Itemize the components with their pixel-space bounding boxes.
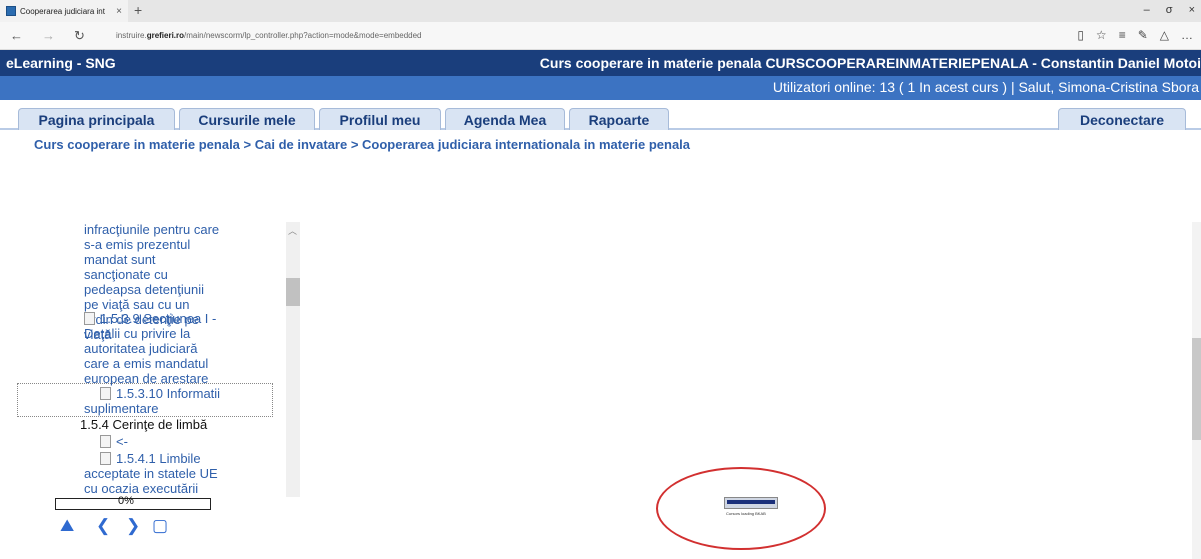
back-icon[interactable]: ←	[10, 28, 23, 43]
tab-rapoarte[interactable]: Rapoarte	[569, 108, 669, 130]
fullscreen-icon[interactable]: ▢	[152, 516, 168, 536]
document-icon	[84, 312, 95, 325]
notes-icon[interactable]: ✎	[1138, 28, 1148, 42]
next-icon[interactable]: ❯	[126, 516, 140, 536]
refresh-icon[interactable]: ↻	[74, 28, 85, 44]
favicon-icon	[6, 6, 16, 16]
new-tab-button[interactable]: +	[134, 2, 142, 18]
toc-scroll-thumb[interactable]	[286, 278, 300, 306]
toc-section-1-5-4[interactable]: 1.5.4 Cerinţe de limbă	[80, 417, 207, 432]
toc-item-back[interactable]: <-	[100, 434, 128, 449]
content-loader-label: Cursors loading BKAB	[726, 511, 766, 516]
document-icon	[100, 435, 111, 448]
user-bar: Utilizatori online: 13 ( 1 In acest curs…	[0, 76, 1201, 100]
course-title: Curs cooperare in materie penala CURSCOO…	[539, 55, 1201, 71]
tab-profilul-meu[interactable]: Profilul meu	[319, 108, 441, 130]
toc-item-1-5-3-10[interactable]: 1.5.3.10 Informatii suplimentare	[84, 386, 220, 416]
breadcrumb[interactable]: Curs cooperare in materie penala > Cai d…	[34, 137, 690, 152]
browser-tab[interactable]: Cooperarea judiciara int ×	[0, 0, 128, 22]
previous-icon[interactable]: ❮	[96, 516, 110, 536]
content-scroll-thumb[interactable]	[1192, 338, 1201, 440]
minimize-icon[interactable]: –	[1144, 4, 1150, 16]
document-icon	[100, 387, 111, 400]
close-window-icon[interactable]: ×	[1189, 4, 1195, 16]
content-loader-bar	[727, 500, 775, 504]
favorite-star-icon[interactable]: ☆	[1096, 28, 1107, 42]
tab-agenda-mea[interactable]: Agenda Mea	[445, 108, 565, 130]
browser-tab-title: Cooperarea judiciara int	[20, 6, 105, 16]
toc-item-1-5-3-9[interactable]: 1.5.3.9 Secţiunea I - Detalii cu privire…	[84, 311, 216, 386]
tab-pagina-principala[interactable]: Pagina principala	[18, 108, 175, 130]
scorm-home-icon[interactable]: ⛰	[60, 516, 74, 536]
share-icon[interactable]: △	[1160, 28, 1169, 42]
browser-tab-bar: Cooperarea judiciara int × + – σ ×	[0, 0, 1201, 22]
close-tab-icon[interactable]: ×	[116, 6, 122, 17]
maximize-icon[interactable]: σ	[1166, 4, 1173, 16]
scroll-up-icon[interactable]: ︿	[288, 224, 297, 237]
site-header: eLearning - SNG Curs cooperare in materi…	[0, 50, 1201, 76]
document-icon	[100, 452, 111, 465]
progress-label: 0%	[118, 495, 134, 507]
reading-view-icon[interactable]: ▯	[1077, 28, 1084, 42]
hub-icon[interactable]: ≡	[1119, 28, 1126, 42]
forward-icon[interactable]: →	[42, 28, 55, 43]
main-tabs: Pagina principala Cursurile mele Profilu…	[0, 100, 1201, 130]
more-icon[interactable]: …	[1181, 28, 1193, 42]
site-brand[interactable]: eLearning - SNG	[6, 55, 116, 71]
logout-tab[interactable]: Deconectare	[1058, 108, 1186, 130]
toc-scrollbar[interactable]	[286, 222, 300, 497]
tab-cursurile-mele[interactable]: Cursurile mele	[179, 108, 315, 130]
online-users-text: Utilizatori online: 13 ( 1 In acest curs…	[772, 79, 1199, 95]
url-field[interactable]: instruire.grefieri.ro/main/newscorm/lp_c…	[116, 31, 422, 40]
address-bar: ← → ↻ instruire.grefieri.ro/main/newscor…	[0, 22, 1201, 50]
toc-item-1-5-4-1[interactable]: 1.5.4.1 Limbile acceptate in statele UE …	[84, 451, 218, 496]
